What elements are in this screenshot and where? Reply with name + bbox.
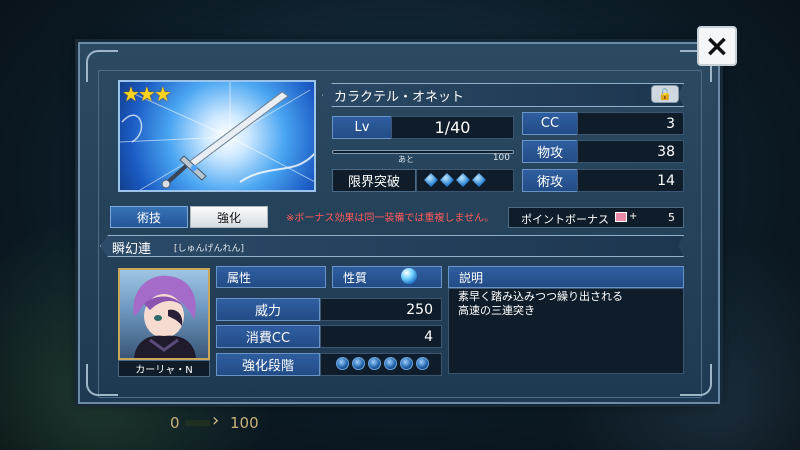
skill-name: 瞬幻連 — [112, 242, 152, 257]
point-bonus-label: ポイントボーナス — [521, 213, 609, 226]
background-progress-end: 100 — [230, 414, 259, 432]
background-progress-bar — [185, 420, 210, 426]
character-icon — [133, 275, 196, 358]
bonus-note: ※ボーナス効果は同一装備では重複しません。 — [286, 213, 495, 224]
enhance-stage-label: 強化段階 — [216, 353, 320, 376]
rarity-stars: ★★★ — [122, 82, 172, 106]
enhance-stage-dots — [336, 357, 429, 370]
exp-track — [332, 150, 514, 154]
point-bonus-box: ポイントボーナス + 5 — [508, 207, 684, 228]
exp-remaining-value: 100 — [492, 153, 510, 163]
lock-icon: 🔓 — [658, 87, 672, 101]
power-label: 威力 — [216, 298, 320, 321]
lock-button[interactable]: 🔓 — [651, 85, 679, 103]
item-name: カラクテル・オネット — [334, 90, 465, 105]
description-line: 素早く踏み込みつつ繰り出される — [458, 290, 623, 303]
background-progress-start: 0 — [170, 414, 180, 432]
phys-attack-label: 物攻 — [522, 140, 578, 163]
gift-icon — [615, 212, 627, 222]
background-progress: 0 › 100 — [130, 408, 650, 442]
level-value: 1/40 — [391, 116, 514, 139]
enhance-stage-dot-icon — [384, 357, 397, 370]
nature-label: 性質 — [332, 266, 442, 288]
limit-break-gem-icon — [424, 173, 438, 187]
limit-break-gem-icon — [440, 173, 454, 187]
enhance-stage-dot-icon — [368, 357, 381, 370]
cc-value: 3 — [577, 112, 684, 135]
attribute-label: 属性 — [216, 266, 326, 288]
tab-enhance[interactable]: 強化 — [190, 206, 268, 228]
point-bonus-plus: + — [629, 211, 638, 222]
enhance-stage-dot-icon — [416, 357, 429, 370]
character-portrait — [118, 268, 210, 360]
phys-attack-value: 38 — [577, 140, 684, 163]
skill-reading: [しゅんげんれん] — [174, 244, 245, 254]
power-value: 250 — [320, 298, 442, 321]
enhance-stage-dot-icon — [336, 357, 349, 370]
frame-corner — [680, 364, 712, 396]
arrow-icon: › — [212, 410, 220, 431]
limit-break-label: 限界突破 — [332, 169, 416, 192]
close-icon: × — [704, 28, 730, 64]
exp-bar: あと 100 — [332, 144, 514, 164]
frame-corner — [86, 364, 118, 396]
arte-attack-label: 術攻 — [522, 169, 578, 192]
limit-break-gem-icon — [472, 173, 486, 187]
description-line: 高速の三連突き — [458, 304, 535, 317]
close-button[interactable]: × — [697, 26, 737, 66]
enhance-stage-dot-icon — [352, 357, 365, 370]
tab-arte[interactable]: 術技 — [110, 206, 188, 228]
cc-label: CC — [522, 112, 578, 135]
element-orb-icon — [401, 268, 417, 284]
point-bonus-value: 5 — [668, 211, 675, 224]
exp-remaining-label: あと — [398, 155, 414, 164]
limit-break-gem-icon — [456, 173, 470, 187]
enhance-stage-dot-icon — [400, 357, 413, 370]
cc-cost-label: 消費CC — [216, 325, 320, 348]
level-label: Lv — [332, 116, 392, 139]
description-label: 説明 — [448, 266, 684, 288]
character-name: カーリャ・N — [118, 360, 210, 377]
description-text: 素早く踏み込みつつ繰り出される 高速の三連突き — [458, 290, 623, 318]
frame-corner — [86, 50, 118, 82]
cc-cost-value: 4 — [320, 325, 442, 348]
limit-break-gems — [424, 173, 486, 187]
arte-attack-value: 14 — [577, 169, 684, 192]
